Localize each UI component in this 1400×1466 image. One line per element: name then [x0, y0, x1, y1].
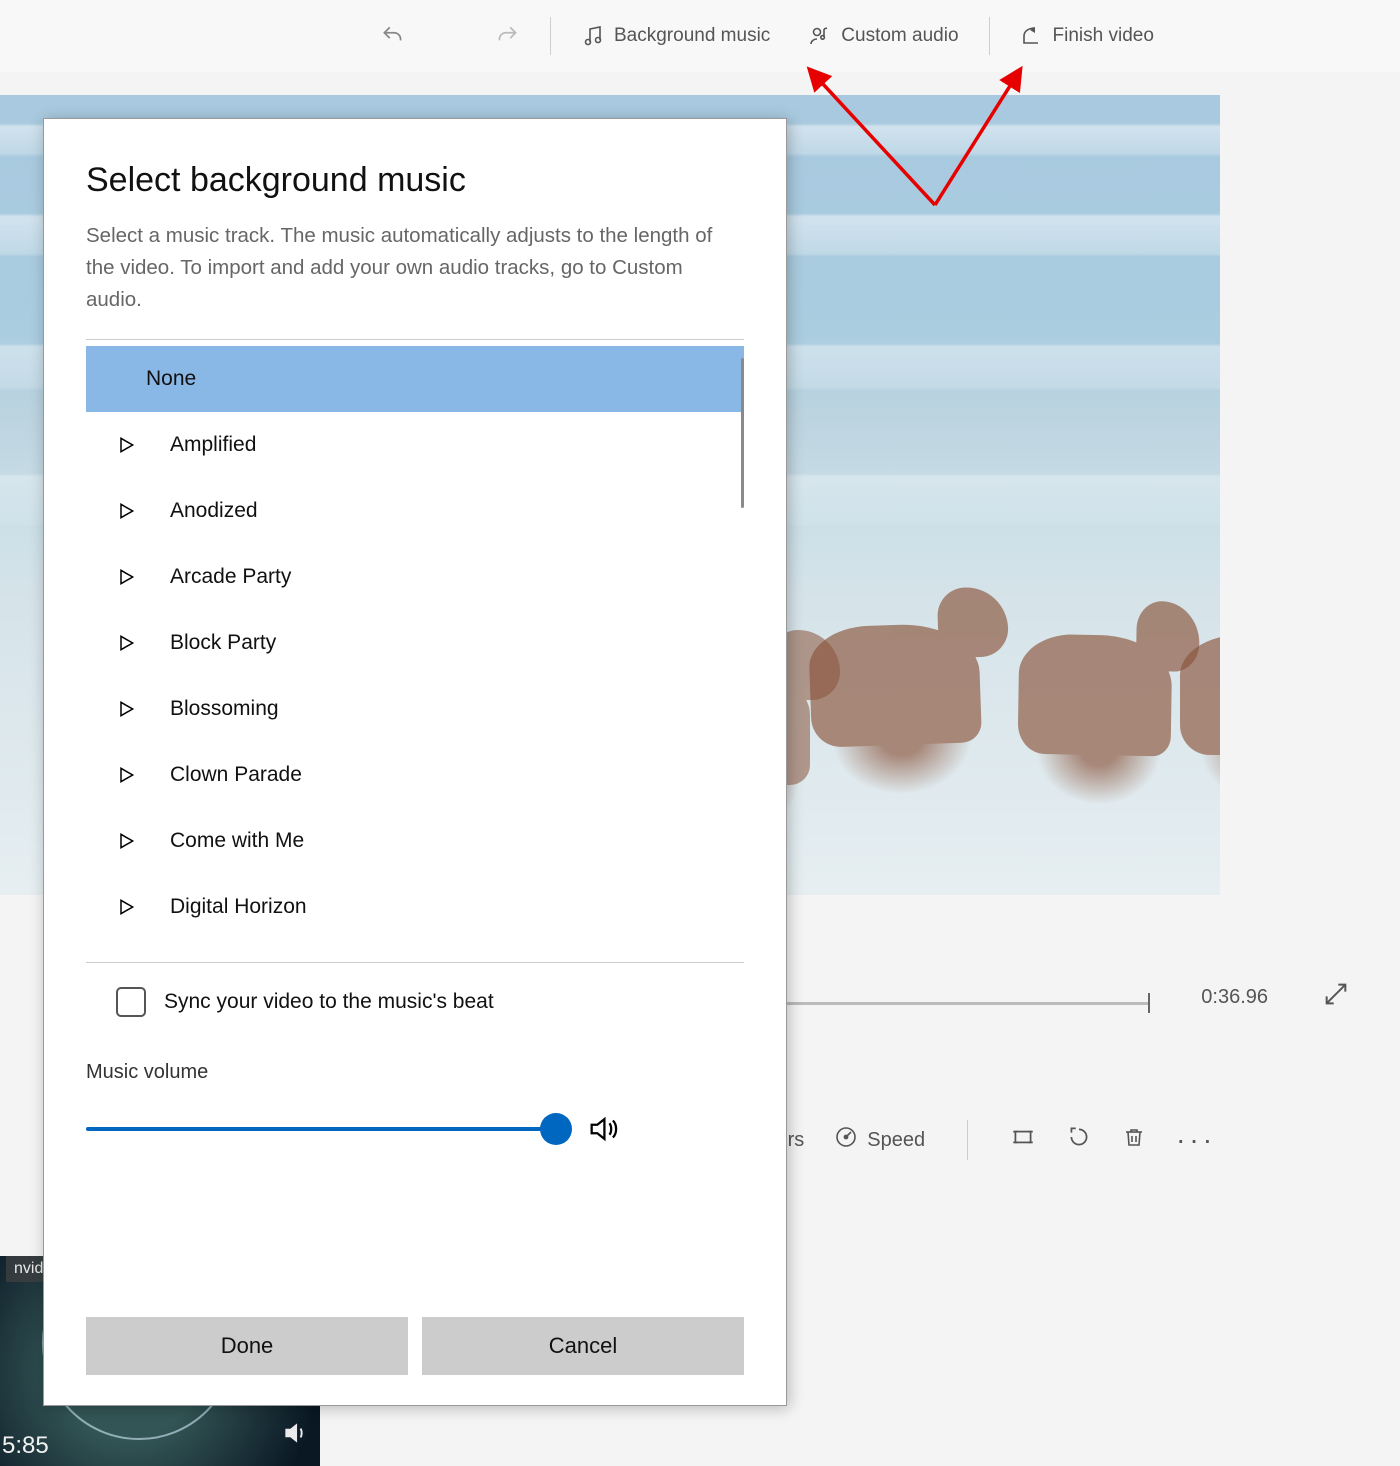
- track-item[interactable]: Block Party: [86, 610, 744, 676]
- track-item[interactable]: Clown Parade: [86, 742, 744, 808]
- cancel-button[interactable]: Cancel: [422, 1317, 744, 1375]
- play-icon[interactable]: [112, 500, 140, 522]
- track-list[interactable]: None Amplified Anodized Arcade Party Block P…: [86, 346, 744, 946]
- select-music-dialog: Select background music Select a music t…: [43, 118, 787, 1406]
- track-item[interactable]: None: [86, 346, 744, 412]
- track-label: Come with Me: [170, 829, 304, 853]
- more-button[interactable]: ···: [1174, 1120, 1218, 1160]
- track-label: Blossoming: [170, 697, 279, 721]
- speaker-icon[interactable]: [586, 1112, 620, 1146]
- track-label: Anodized: [170, 499, 258, 523]
- speed-button[interactable]: Speed: [832, 1121, 927, 1159]
- volume-slider[interactable]: [86, 1127, 556, 1131]
- track-label: Block Party: [170, 631, 276, 655]
- track-label: Digital Horizon: [170, 895, 307, 919]
- separator: [967, 1120, 968, 1160]
- play-icon[interactable]: [112, 434, 140, 456]
- play-icon[interactable]: [112, 896, 140, 918]
- trash-icon: [1122, 1124, 1146, 1156]
- track-item[interactable]: Come with Me: [86, 808, 744, 874]
- custom-audio-button[interactable]: Custom audio: [798, 16, 968, 56]
- dialog-title: Select background music: [86, 161, 744, 200]
- background-music-button[interactable]: Background music: [571, 16, 780, 56]
- crop-icon: [1010, 1124, 1036, 1156]
- redo-button[interactable]: [484, 15, 530, 57]
- play-icon[interactable]: [112, 830, 140, 852]
- track-item[interactable]: Anodized: [86, 478, 744, 544]
- track-label: Clown Parade: [170, 763, 302, 787]
- play-icon[interactable]: [112, 698, 140, 720]
- share-icon: [1020, 24, 1044, 48]
- person-music-icon: [808, 24, 832, 48]
- clip-volume-icon[interactable]: [282, 1420, 308, 1452]
- clip-time: 5:85: [0, 1432, 49, 1460]
- music-note-icon: [581, 24, 605, 48]
- custom-audio-label: Custom audio: [841, 25, 958, 47]
- divider: [86, 962, 744, 963]
- toolbar-separator: [550, 17, 551, 55]
- redo-icon: [494, 23, 520, 49]
- dialog-description: Select a music track. The music automati…: [86, 220, 744, 315]
- fullscreen-icon[interactable]: [1322, 980, 1350, 1014]
- sync-checkbox-row[interactable]: Sync your video to the music's beat: [86, 987, 744, 1017]
- sync-label: Sync your video to the music's beat: [164, 990, 494, 1014]
- track-item[interactable]: Amplified: [86, 412, 744, 478]
- volume-row: [86, 1112, 744, 1146]
- clip-toolbar: ilters Speed ···: [760, 1120, 1218, 1160]
- track-label: None: [112, 367, 196, 391]
- sync-checkbox[interactable]: [116, 987, 146, 1017]
- rotate-icon: [1066, 1124, 1092, 1156]
- track-item[interactable]: Blossoming: [86, 676, 744, 742]
- play-icon[interactable]: [112, 764, 140, 786]
- track-label: Arcade Party: [170, 565, 291, 589]
- finish-video-label: Finish video: [1053, 25, 1154, 47]
- done-button[interactable]: Done: [86, 1317, 408, 1375]
- slider-thumb[interactable]: [540, 1113, 572, 1145]
- scrollbar[interactable]: [741, 358, 744, 508]
- divider: [86, 339, 744, 340]
- volume-label: Music volume: [86, 1061, 744, 1084]
- undo-button[interactable]: [370, 15, 416, 57]
- crop-button[interactable]: [1008, 1120, 1038, 1160]
- track-item[interactable]: Digital Horizon: [86, 874, 744, 940]
- undo-icon: [380, 23, 406, 49]
- toolbar-separator: [989, 17, 990, 55]
- gauge-icon: [834, 1125, 858, 1155]
- track-label: Amplified: [170, 433, 256, 457]
- speed-label: Speed: [867, 1129, 925, 1152]
- rotate-button[interactable]: [1064, 1120, 1094, 1160]
- ellipsis-icon: ···: [1176, 1124, 1216, 1156]
- delete-button[interactable]: [1120, 1120, 1148, 1160]
- decoration: [1018, 634, 1173, 757]
- top-toolbar: Background music Custom audio Finish vid…: [0, 0, 1400, 72]
- total-time: 0:36.96: [1201, 986, 1268, 1009]
- dialog-buttons: Done Cancel: [86, 1317, 744, 1375]
- background-music-label: Background music: [614, 25, 770, 47]
- play-icon[interactable]: [112, 566, 140, 588]
- play-icon[interactable]: [112, 632, 140, 654]
- track-item[interactable]: Arcade Party: [86, 544, 744, 610]
- finish-video-button[interactable]: Finish video: [1010, 16, 1164, 56]
